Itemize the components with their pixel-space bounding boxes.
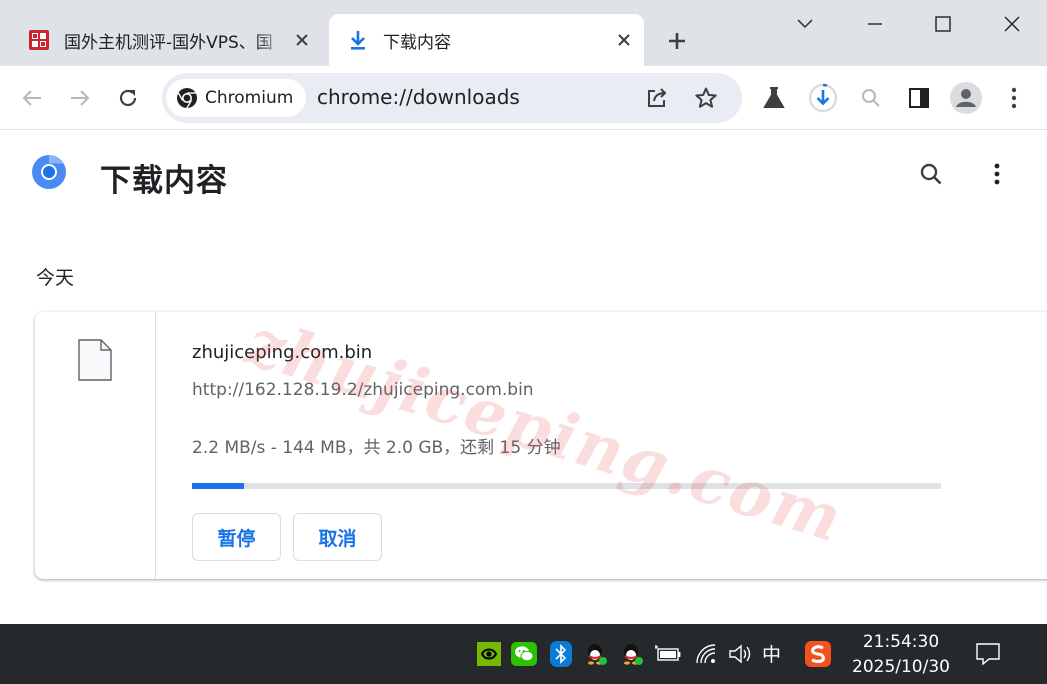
- volume-tray-icon[interactable]: [726, 640, 754, 668]
- download-progress-fill: [192, 483, 245, 489]
- download-progress-icon: [808, 83, 838, 113]
- search-icon: [862, 89, 880, 107]
- plus-icon: [669, 33, 685, 49]
- date-heading: 今天: [36, 267, 75, 289]
- zhujiceping-seal-icon: [28, 29, 50, 51]
- site-info-chip[interactable]: Chromium: [166, 79, 306, 117]
- url-text[interactable]: chrome://downloads: [317, 85, 520, 109]
- qq-tray-icon-2[interactable]: [618, 640, 646, 668]
- star-icon: [695, 87, 717, 108]
- cancel-button[interactable]: 取消: [293, 513, 382, 561]
- new-tab-button[interactable]: [660, 24, 694, 58]
- battery-tray-icon[interactable]: [654, 640, 682, 668]
- bluetooth-tray-icon[interactable]: [547, 640, 575, 668]
- reload-icon: [119, 89, 137, 107]
- side-panel-button[interactable]: [901, 80, 937, 116]
- sogou-ime-tray-icon[interactable]: [804, 640, 832, 668]
- tab-close-icon[interactable]: [288, 26, 316, 54]
- maximize-icon: [935, 16, 951, 32]
- file-name[interactable]: zhujiceping.com.bin: [192, 342, 372, 363]
- toolbar: Chromium chrome://downloads: [0, 66, 1047, 130]
- minimize-button[interactable]: [840, 0, 910, 48]
- kebab-menu-icon: [1011, 87, 1017, 109]
- notification-button[interactable]: [974, 640, 1002, 668]
- kebab-menu-icon: [994, 163, 1000, 185]
- page-title: 下载内容: [100, 163, 228, 199]
- tab-title: 国外主机测评-国外VPS、国: [64, 32, 273, 53]
- qq-tray-icon[interactable]: [582, 640, 610, 668]
- reload-button[interactable]: [110, 80, 146, 116]
- minimize-icon: [868, 23, 882, 25]
- arrow-right-icon: [71, 90, 90, 106]
- download-status: 2.2 MB/s - 144 MB，共 2.0 GB，还剩 15 分钟: [192, 438, 561, 458]
- pause-button[interactable]: 暂停: [192, 513, 281, 561]
- tab-close-icon[interactable]: [610, 26, 638, 54]
- side-panel-icon: [909, 88, 929, 108]
- chromium-page-logo-icon: [32, 155, 66, 189]
- flask-icon: [763, 87, 785, 108]
- wifi-tray-icon[interactable]: [692, 640, 720, 668]
- download-icon: [347, 29, 369, 51]
- taskbar: 中 21:54:30 2025/10/30: [0, 624, 1047, 684]
- ime-indicator[interactable]: 中: [762, 640, 781, 667]
- maximize-button[interactable]: [908, 0, 978, 48]
- notification-icon: [976, 643, 1000, 666]
- bookmark-button[interactable]: [691, 83, 721, 113]
- clock-date: 2025/10/30: [852, 657, 950, 677]
- omnibox[interactable]: Chromium chrome://downloads: [162, 73, 742, 123]
- search-icon: [920, 163, 942, 185]
- wechat-tray-icon[interactable]: [510, 640, 538, 668]
- clock-time: 21:54:30: [862, 632, 940, 652]
- close-icon: [1004, 16, 1020, 32]
- file-url[interactable]: http://162.128.19.2/zhujiceping.com.bin: [192, 380, 534, 400]
- file-icon-column: [35, 312, 156, 579]
- more-actions-button[interactable]: [980, 157, 1014, 191]
- labs-button[interactable]: [756, 80, 792, 116]
- tab-search-button[interactable]: [770, 0, 840, 48]
- share-button[interactable]: [642, 83, 672, 113]
- share-icon: [648, 88, 667, 107]
- profile-button[interactable]: [948, 80, 984, 116]
- downloads-header: 下载内容: [0, 131, 1047, 219]
- tab-title: 下载内容: [383, 32, 451, 53]
- chip-label: Chromium: [205, 88, 294, 108]
- chevron-down-icon: [797, 19, 813, 29]
- chromium-logo-icon: [177, 88, 197, 109]
- zoom-search-button[interactable]: [853, 80, 889, 116]
- nvidia-tray-icon[interactable]: [475, 640, 503, 668]
- avatar-icon: [950, 82, 982, 114]
- system-clock[interactable]: 21:54:30 2025/10/30: [846, 630, 956, 680]
- download-item-card: zhujiceping.com.bin http://162.128.19.2/…: [35, 312, 1047, 579]
- tab-strip: 国外主机测评-国外VPS、国 下载内容: [0, 0, 1047, 66]
- download-progress-bar: [192, 483, 941, 489]
- file-icon: [78, 339, 112, 381]
- tab-downloads[interactable]: 下载内容: [329, 14, 644, 66]
- back-button[interactable]: [14, 80, 50, 116]
- search-downloads-button[interactable]: [914, 157, 948, 191]
- menu-button[interactable]: [996, 80, 1032, 116]
- downloads-button[interactable]: [805, 80, 841, 116]
- arrow-left-icon: [22, 90, 41, 106]
- tab-zhujiceping[interactable]: 国外主机测评-国外VPS、国: [18, 14, 322, 66]
- forward-button[interactable]: [62, 80, 98, 116]
- close-window-button[interactable]: [977, 0, 1047, 48]
